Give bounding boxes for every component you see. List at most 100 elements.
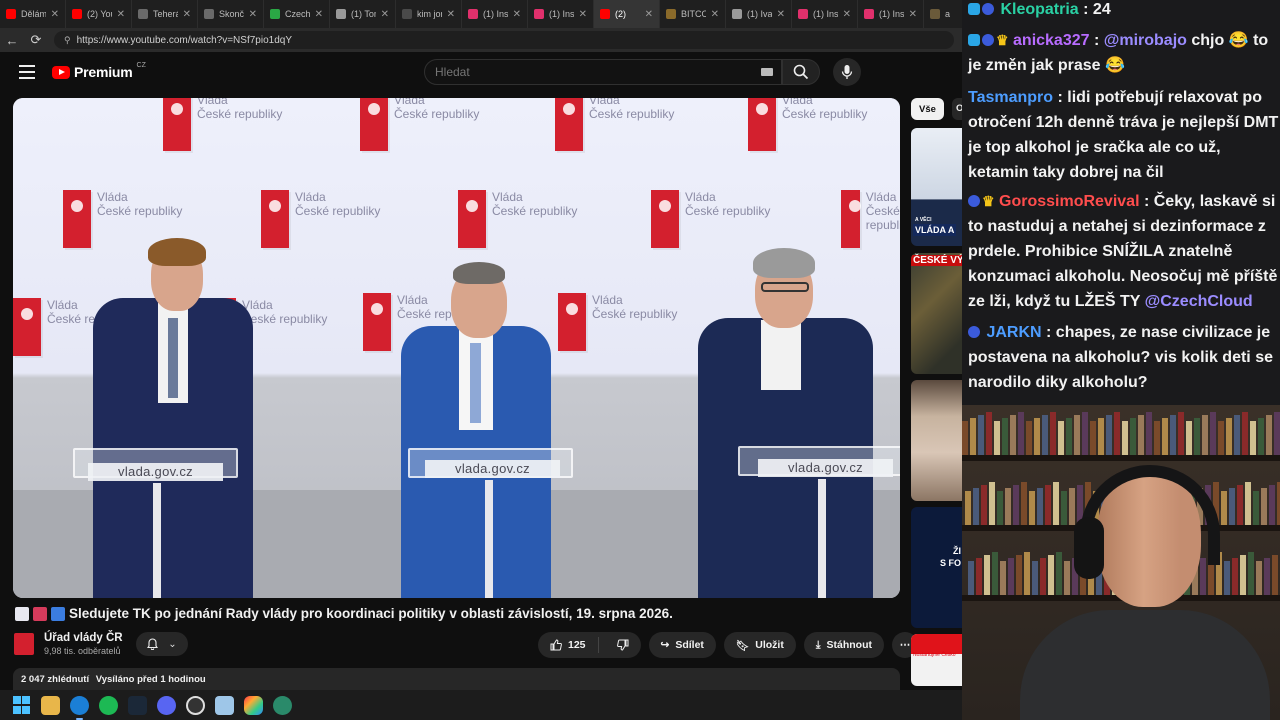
book-spine — [1098, 418, 1104, 455]
browser-tab[interactable]: (1) Ivan ✕ — [726, 0, 792, 28]
tab-label: Skončil — [219, 9, 244, 19]
subscriber-count: 9,98 tis. odběratelů — [44, 646, 121, 656]
download-button[interactable]: ⤓ Stáhnout — [803, 632, 884, 658]
tab-close-icon[interactable]: ✕ — [315, 9, 323, 20]
browser-tab[interactable]: Teherán ✕ — [132, 0, 198, 28]
like-button[interactable]: 125 — [538, 637, 599, 653]
book-spine — [997, 491, 1003, 525]
share-button[interactable]: ↪ Sdílet — [648, 632, 716, 658]
logo-text: Premium — [74, 64, 133, 80]
browser-tab[interactable]: (2) YouT ✕ — [66, 0, 132, 28]
back-arrow-icon[interactable]: ← — [0, 33, 24, 48]
tab-close-icon[interactable]: ✕ — [183, 9, 191, 20]
tab-close-icon[interactable]: ✕ — [117, 9, 125, 20]
tab-close-icon[interactable]: ✕ — [447, 9, 455, 20]
book-spine — [1016, 555, 1022, 595]
tab-close-icon[interactable]: ✕ — [579, 9, 587, 20]
edge-browser-icon[interactable] — [70, 695, 89, 720]
browser-tab[interactable]: Skončil ✕ — [198, 0, 264, 28]
tab-favicon-icon — [534, 9, 544, 19]
youtube-premium-logo[interactable]: Premium CZ — [52, 62, 146, 80]
thumb5-text: Nostartujme Česko — [913, 652, 956, 658]
share-label: Sdílet — [675, 639, 704, 651]
notepad-icon[interactable] — [215, 695, 234, 715]
steam-icon[interactable] — [128, 695, 147, 715]
video-title-text: Sledujete TK po jednání Rady vlády pro k… — [69, 606, 673, 621]
recommended-thumbnail-3[interactable] — [911, 380, 963, 501]
browser-tab[interactable]: (1) Tom ✕ — [330, 0, 396, 28]
channel-avatar[interactable] — [14, 633, 34, 655]
globe-app-icon[interactable] — [273, 695, 292, 715]
search-button[interactable] — [782, 59, 820, 85]
discord-icon[interactable] — [157, 695, 176, 715]
browser-tab[interactable]: (2) ✕ — [594, 0, 660, 28]
chat-text: 24 — [1092, 1, 1111, 18]
browser-tab[interactable]: (1) Insta ✕ — [462, 0, 528, 28]
tab-close-icon[interactable]: ✕ — [645, 9, 653, 20]
video-player[interactable]: Vláda České republiky Vláda České republiky… — [13, 98, 900, 598]
menu-icon[interactable] — [19, 65, 35, 79]
thumb2-text: ČESKÉ VÝ — [911, 255, 963, 266]
thumb-down-icon — [616, 639, 629, 651]
channel-info[interactable]: Úřad vlády ČR 9,98 tis. odběratelů — [14, 632, 123, 656]
browser-tab[interactable]: Děláme ✕ — [0, 0, 66, 28]
tab-label: Děláme — [21, 9, 46, 19]
recommended-thumbnail-5[interactable]: Nostartujme Česko — [911, 634, 963, 686]
channel-name[interactable]: Úřad vlády ČR — [44, 632, 123, 644]
tab-close-icon[interactable]: ✕ — [249, 9, 257, 20]
title-emoji-square-3 — [51, 606, 65, 621]
browser-tab[interactable]: (1) Insta ✕ — [792, 0, 858, 28]
book-spine — [1245, 482, 1251, 525]
czech-lion-emblem-icon — [363, 293, 391, 351]
tab-close-icon[interactable]: ✕ — [909, 9, 917, 20]
book-spine — [1242, 412, 1248, 455]
browser-tab[interactable]: BITCOI ✕ — [660, 0, 726, 28]
browser-tab[interactable]: kim jon ✕ — [396, 0, 462, 28]
description-box[interactable]: 2 047 zhlédnutí Vysíláno před 1 hodinou — [13, 668, 900, 690]
emblem-caption: VládaČeské republiky — [589, 98, 675, 121]
tab-close-icon[interactable]: ✕ — [777, 9, 785, 20]
tab-close-icon[interactable]: ✕ — [843, 9, 851, 20]
headphone-earcup — [1074, 517, 1104, 579]
speaker-right-glasses — [761, 282, 809, 292]
site-info-icon[interactable]: ⚲ — [64, 35, 71, 46]
voice-search-button[interactable] — [833, 58, 861, 86]
tab-close-icon[interactable]: ✕ — [513, 9, 521, 20]
book-spine — [1000, 561, 1006, 595]
file-explorer-icon[interactable] — [41, 695, 60, 715]
book-spine — [1042, 415, 1048, 455]
search-input[interactable] — [425, 60, 725, 84]
dislike-button[interactable] — [605, 639, 641, 651]
url-field[interactable]: ⚲ https://www.youtube.com/watch?v=NSf7pi… — [54, 31, 954, 49]
book-spine — [1226, 418, 1232, 455]
windows-start-icon[interactable] — [12, 696, 31, 715]
tab-close-icon[interactable]: ✕ — [381, 9, 389, 20]
browser-tab[interactable]: CzechC ✕ — [264, 0, 330, 28]
chat-username: GorossimoRevival — [999, 193, 1140, 210]
sub-badge-icon — [968, 326, 980, 338]
government-emblem-sign: VládaČeské republiky — [558, 293, 677, 351]
obs-icon[interactable] — [186, 695, 205, 715]
more-icon: ⋯ — [899, 639, 911, 651]
keyboard-icon[interactable] — [761, 68, 773, 76]
search-icon — [793, 64, 809, 80]
copilot-icon[interactable] — [244, 695, 263, 715]
browser-tab[interactable]: a✕ — [924, 0, 962, 28]
spotify-icon[interactable] — [99, 695, 118, 715]
filter-chip-all[interactable]: Vše — [911, 98, 944, 120]
reload-icon[interactable]: ⟳ — [24, 32, 48, 48]
recommended-thumbnail-1[interactable]: A VĚCI VLÁDA A — [911, 128, 963, 246]
bell-icon — [147, 638, 159, 650]
tab-close-icon[interactable]: ✕ — [711, 9, 719, 20]
recommended-thumbnail-4[interactable]: ŽI S FO — [911, 507, 963, 628]
tab-close-icon[interactable]: ✕ — [51, 9, 59, 20]
tab-favicon-icon — [798, 9, 808, 19]
save-button[interactable]: 🔖︎ Uložit — [723, 632, 796, 658]
like-count: 125 — [567, 639, 586, 651]
recommended-thumbnail-2[interactable]: ČESKÉ VÝ — [911, 253, 963, 374]
browser-tab[interactable]: (1) Insta ✕ — [528, 0, 594, 28]
notification-bell-button[interactable]: ⌄ — [136, 632, 188, 656]
browser-tab[interactable]: (1) Insta ✕ — [858, 0, 924, 28]
book-spine — [1029, 491, 1035, 525]
emblem-caption: VládaČeské republiky — [865, 190, 900, 232]
